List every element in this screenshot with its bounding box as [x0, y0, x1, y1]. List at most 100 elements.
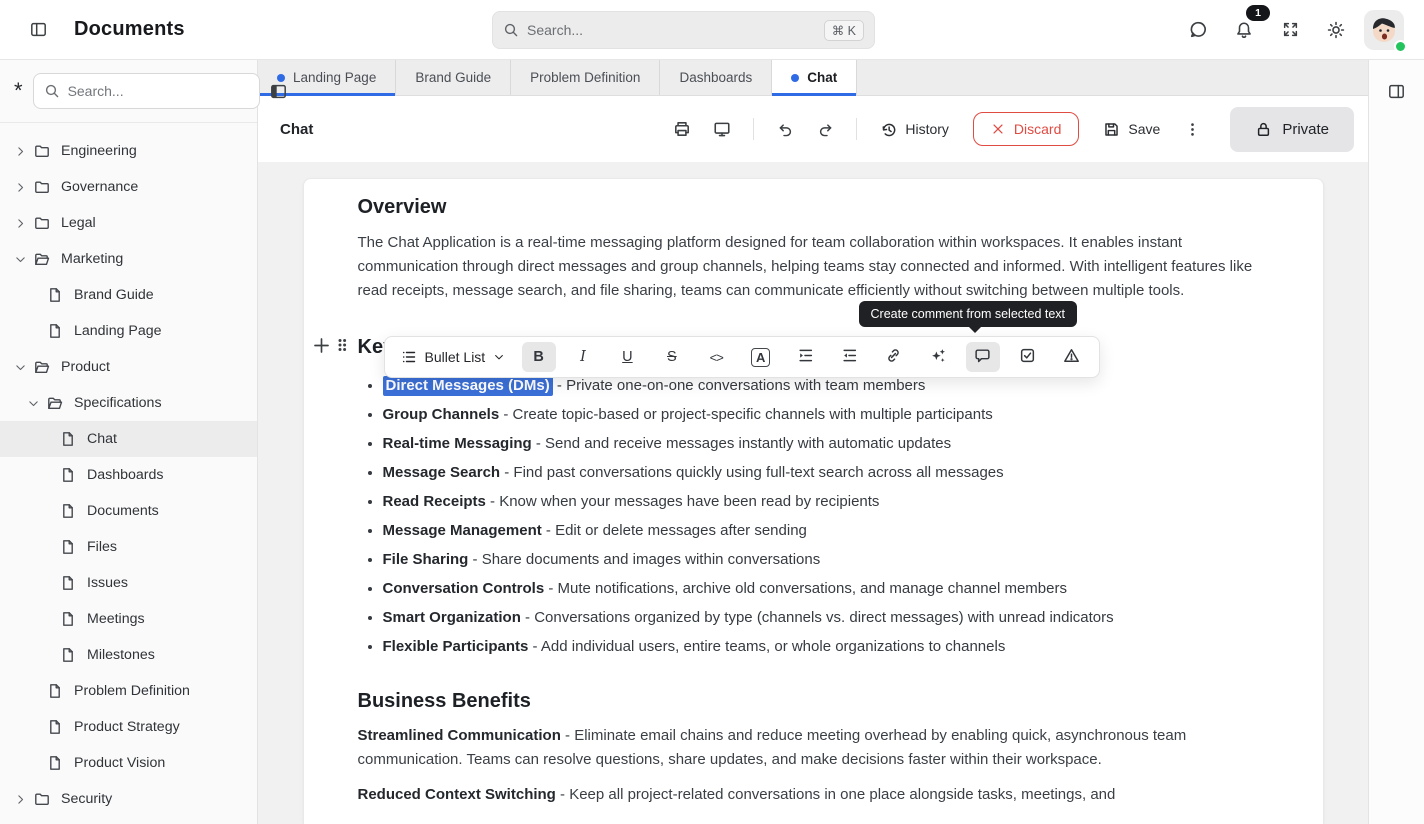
user-avatar[interactable] — [1364, 10, 1404, 50]
feature-item[interactable]: Smart Organization - Conversations organ… — [383, 603, 1269, 632]
callout-button[interactable] — [1054, 342, 1088, 372]
redo-button[interactable] — [807, 111, 843, 147]
feature-lead[interactable]: Real-time Messaging — [383, 435, 532, 452]
favorites-icon[interactable]: * — [14, 80, 23, 102]
feature-item[interactable]: Message Management - Edit or delete mess… — [383, 516, 1269, 545]
sidebar-search[interactable] — [33, 73, 260, 109]
add-block-icon[interactable] — [312, 336, 331, 355]
global-search[interactable]: ⌘ K — [492, 11, 875, 49]
benefit-paragraph[interactable]: Reduced Context Switching - Keep all pro… — [358, 783, 1269, 807]
feature-item[interactable]: Message Search - Find past conversations… — [383, 458, 1269, 487]
sidebar-search-input[interactable] — [68, 83, 249, 99]
sidebar-toggle-button[interactable] — [20, 12, 56, 48]
theme-toggle-button[interactable] — [1318, 12, 1354, 48]
feature-item[interactable]: File Sharing - Share documents and image… — [383, 545, 1269, 574]
strikethrough-button[interactable]: S — [655, 342, 689, 372]
messages-button[interactable] — [1180, 12, 1216, 48]
italic-button[interactable]: I — [566, 342, 600, 372]
drag-handle-icon[interactable] — [336, 337, 348, 353]
right-panel-toggle-button[interactable] — [1379, 73, 1415, 109]
sidebar-item-landing-page[interactable]: Landing Page — [0, 313, 257, 349]
present-button[interactable] — [704, 111, 740, 147]
visibility-button[interactable]: Private — [1230, 107, 1354, 152]
sidebar-item-label: Engineering — [61, 143, 137, 159]
feature-lead[interactable]: Smart Organization — [383, 609, 521, 626]
toolbar-divider — [753, 118, 754, 140]
document-scroll-area[interactable]: Overview The Chat Application is a real-… — [258, 162, 1368, 824]
print-button[interactable] — [664, 111, 700, 147]
tab-chat[interactable]: Chat — [772, 60, 857, 95]
overview-paragraph[interactable]: The Chat Application is a real-time mess… — [358, 231, 1269, 303]
bold-button[interactable]: B — [522, 342, 556, 372]
business-benefits-heading[interactable]: Business Benefits — [358, 689, 1269, 713]
link-button[interactable] — [877, 342, 911, 372]
feature-item[interactable]: Conversation Controls - Mute notificatio… — [383, 574, 1269, 603]
outdent-button[interactable] — [832, 342, 866, 372]
bold-icon: B — [533, 349, 543, 365]
feature-lead[interactable]: Group Channels — [383, 406, 500, 423]
sidebar-item-security[interactable]: Security — [0, 781, 257, 817]
sidebar-item-specifications[interactable]: Specifications — [0, 385, 257, 421]
indent-button[interactable] — [788, 342, 822, 372]
more-options-button[interactable] — [1174, 111, 1210, 147]
sidebar-item-label: Milestones — [87, 647, 155, 663]
underline-button[interactable]: U — [610, 342, 644, 372]
feature-lead[interactable]: Message Management — [383, 522, 542, 539]
tab-dashboards[interactable]: Dashboards — [660, 60, 772, 95]
sidebar-item-legal[interactable]: Legal — [0, 205, 257, 241]
tab-label: Brand Guide — [415, 70, 491, 85]
sidebar-item-problem-definition[interactable]: Problem Definition — [0, 673, 257, 709]
feature-item[interactable]: Group Channels - Create topic-based or p… — [383, 400, 1269, 429]
sidebar-item-documents[interactable]: Documents — [0, 493, 257, 529]
feature-item[interactable]: Real-time Messaging - Send and receive m… — [383, 429, 1269, 458]
sidebar-item-chat[interactable]: Chat — [0, 421, 257, 457]
history-button[interactable]: History — [870, 115, 959, 144]
top-header: Documents ⌘ K 1 — [0, 0, 1424, 60]
tab-brand-guide[interactable]: Brand Guide — [396, 60, 511, 95]
text-color-button[interactable]: A — [744, 342, 778, 372]
selected-text[interactable]: Direct Messages (DMs) — [383, 376, 553, 396]
sidebar-item-product-vision[interactable]: Product Vision — [0, 745, 257, 781]
tab-label: Dashboards — [679, 70, 752, 85]
sidebar-item-marketing[interactable]: Marketing — [0, 241, 257, 277]
feature-lead[interactable]: File Sharing — [383, 551, 469, 568]
inline-code-button[interactable]: <> — [699, 342, 733, 372]
document-icon — [60, 575, 78, 591]
sidebar-item-label: Security — [61, 791, 112, 807]
sidebar-item-governance[interactable]: Governance — [0, 169, 257, 205]
discard-button[interactable]: Discard — [973, 112, 1079, 146]
sidebar-item-milestones[interactable]: Milestones — [0, 637, 257, 673]
sidebar-item-product[interactable]: Product — [0, 349, 257, 385]
sidebar-item-product-strategy[interactable]: Product Strategy — [0, 709, 257, 745]
comment-button[interactable] — [966, 342, 1000, 372]
overview-heading[interactable]: Overview — [358, 195, 1269, 219]
fullscreen-button[interactable] — [1272, 12, 1308, 48]
sidebar-item-issues[interactable]: Issues — [0, 565, 257, 601]
global-search-input[interactable] — [527, 22, 816, 38]
folder-open-icon — [34, 251, 52, 267]
feature-lead[interactable]: Read Receipts — [383, 493, 486, 510]
benefit-paragraph[interactable]: Streamlined Communication - Eliminate em… — [358, 724, 1269, 772]
feature-item[interactable]: Read Receipts - Know when your messages … — [383, 487, 1269, 516]
chevron-down-icon — [493, 351, 505, 363]
folder-icon — [34, 215, 52, 231]
feature-lead[interactable]: Message Search — [383, 464, 501, 481]
sidebar-item-brand-guide[interactable]: Brand Guide — [0, 277, 257, 313]
benefit-lead: Reduced Context Switching — [358, 786, 556, 803]
task-list-button[interactable] — [1010, 342, 1044, 372]
block-type-label: Bullet List — [425, 349, 486, 365]
feature-lead[interactable]: Flexible Participants — [383, 638, 529, 655]
sidebar-collapse-button[interactable] — [270, 73, 287, 109]
undo-button[interactable] — [767, 111, 803, 147]
feature-item[interactable]: Flexible Participants - Add individual u… — [383, 632, 1269, 661]
sidebar-item-dashboards[interactable]: Dashboards — [0, 457, 257, 493]
sidebar-item-engineering[interactable]: Engineering — [0, 133, 257, 169]
sidebar-item-meetings[interactable]: Meetings — [0, 601, 257, 637]
block-type-dropdown[interactable]: Bullet List — [395, 349, 512, 365]
ai-assist-button[interactable] — [921, 342, 955, 372]
document-icon — [60, 503, 78, 519]
sidebar-item-files[interactable]: Files — [0, 529, 257, 565]
save-button[interactable]: Save — [1093, 115, 1170, 144]
tab-problem-definition[interactable]: Problem Definition — [511, 60, 660, 95]
feature-lead[interactable]: Conversation Controls — [383, 580, 545, 597]
